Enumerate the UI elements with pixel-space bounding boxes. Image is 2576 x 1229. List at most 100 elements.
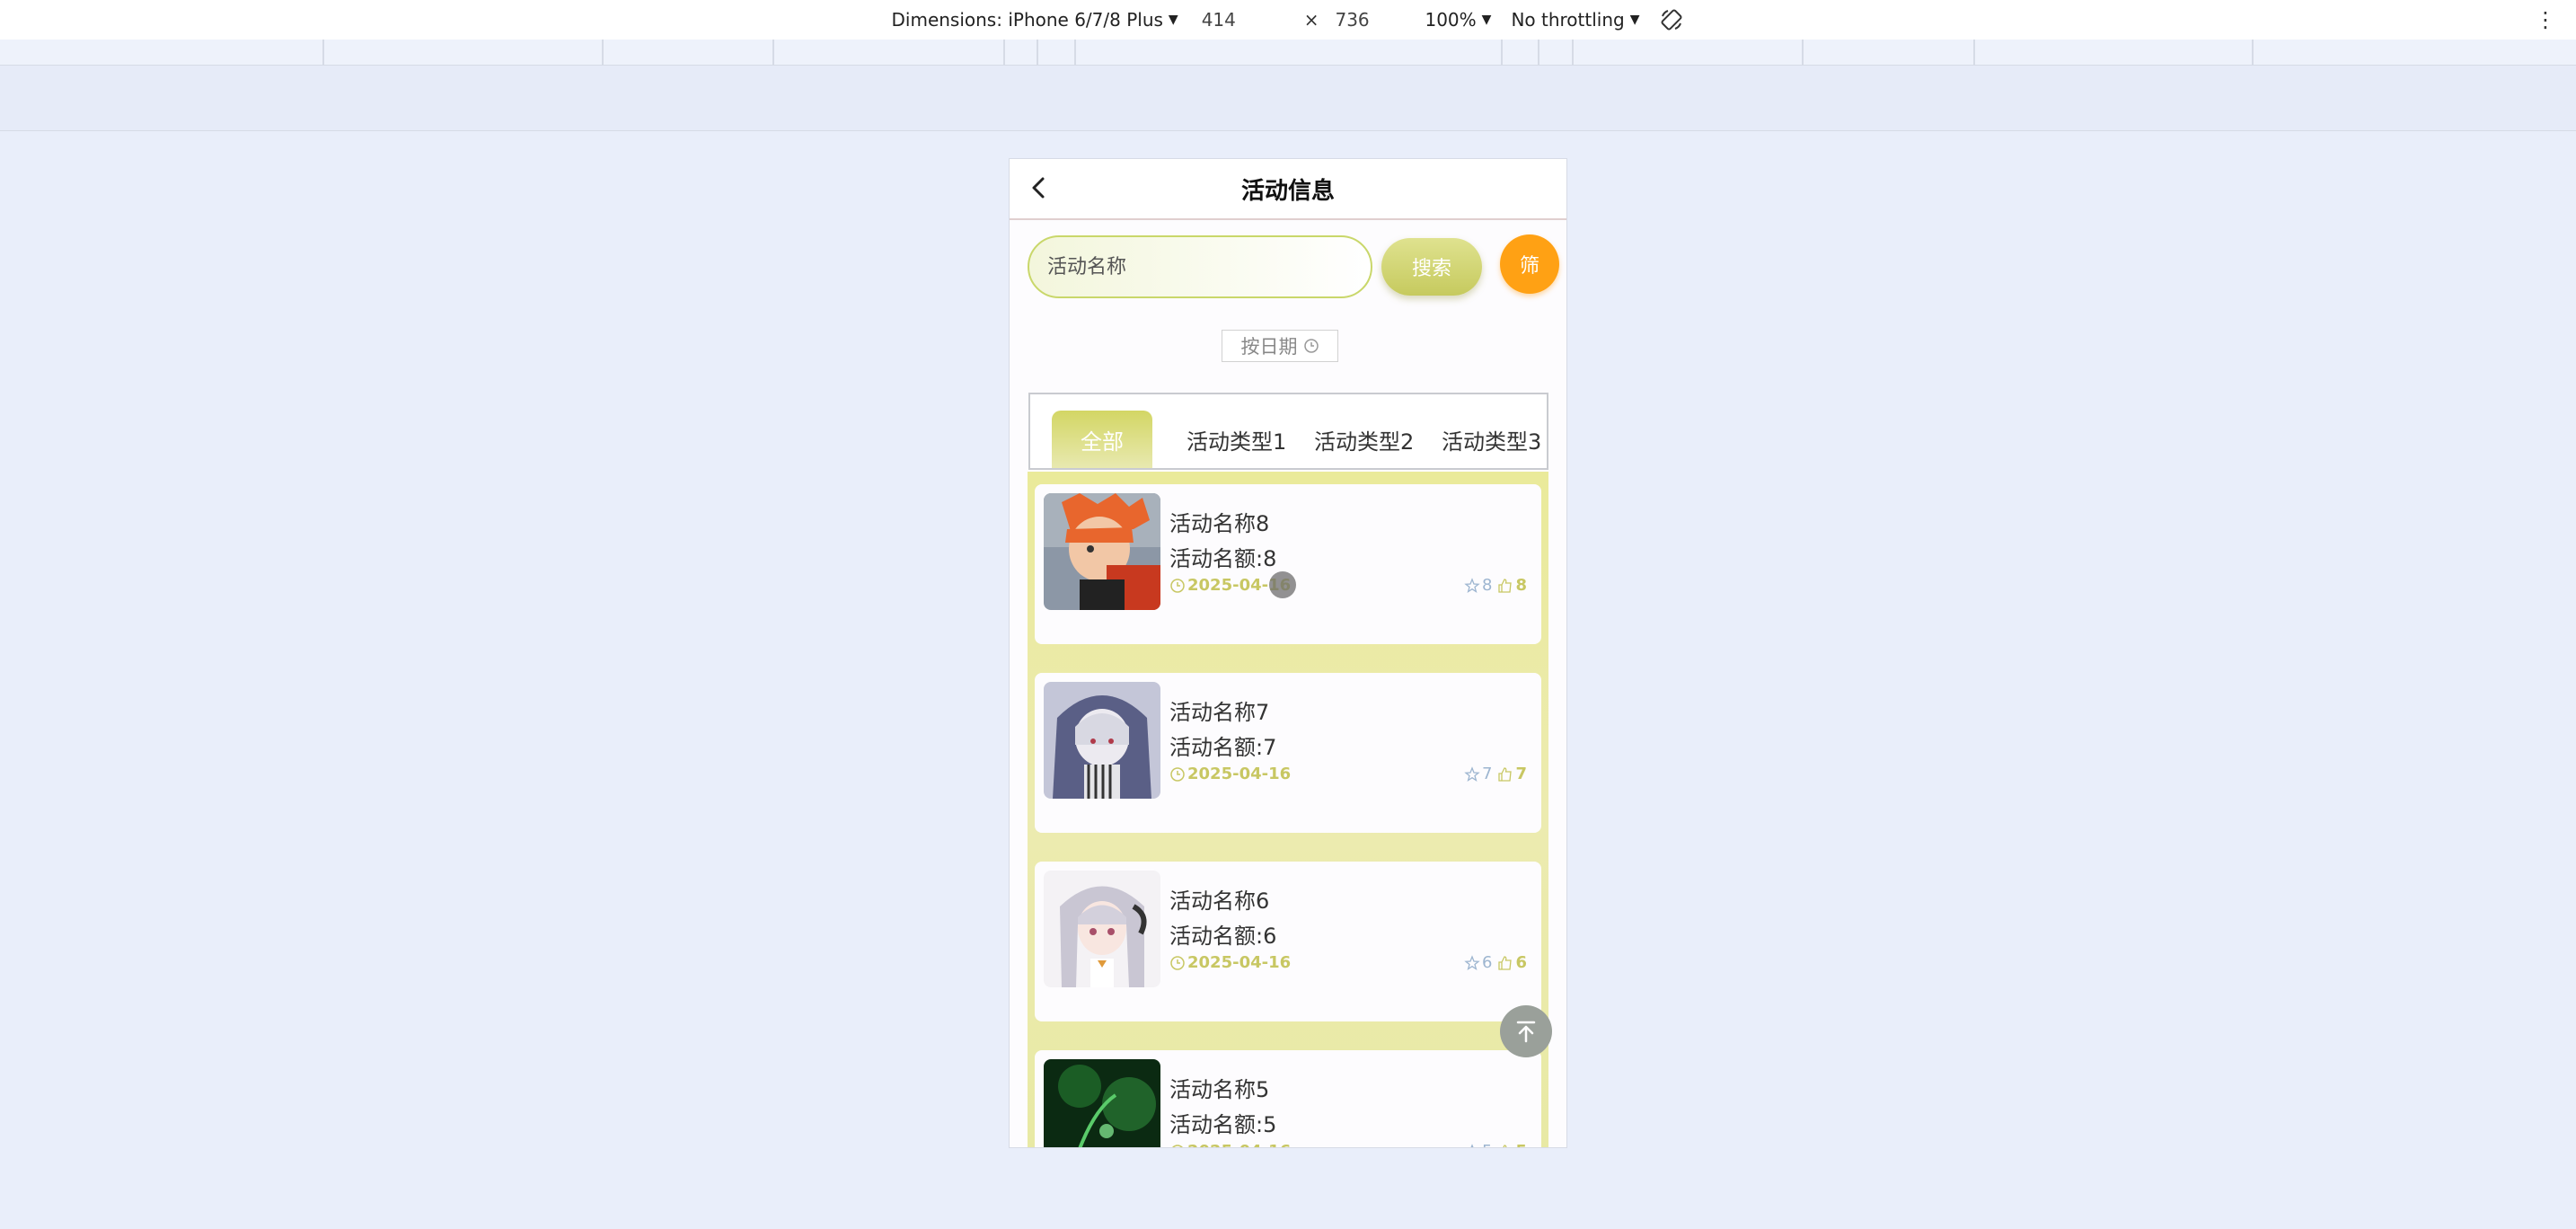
clock-icon [1170,955,1185,970]
ruler-tick [772,40,774,65]
star-icon [1470,1143,1474,1147]
tab-type-3[interactable]: 活动类型3 [1442,411,1541,468]
activity-stats: 6 6 [1464,953,1527,972]
page-title: 活动信息 [1240,177,1335,205]
tab-type-2[interactable]: 活动类型2 [1314,411,1414,468]
activity-stats: 7 7 [1464,765,1527,783]
ruler-tick [2252,40,2254,65]
favorite-count-text: 8 [1482,576,1493,595]
green-scene-image [1044,1059,1160,1147]
category-tabs: 全部 活动类型1 活动类型2 活动类型3 [1028,393,1548,470]
activity-quota: 活动名额:8 [1169,546,1277,571]
device-label: Dimensions: iPhone 6/7/8 Plus [891,9,1163,31]
like-count[interactable]: 7 [1497,765,1527,783]
thumbs-up-icon [1498,955,1513,970]
activity-stats: 5 5 [1464,1142,1527,1147]
ruler-tick [322,40,324,65]
star-icon [1464,954,1480,970]
device-viewport: 活动信息 搜索 筛 按日期 全部 活动类型1 活动类型2 活动类型3 [1010,159,1566,1147]
activity-stats: 8 8 [1464,576,1527,595]
ruler-tick [1973,40,1975,65]
nav-bar: 活动信息 [1010,159,1566,220]
ruler-tick [1802,40,1804,65]
activity-card[interactable]: 活动名称5 活动名额:5 2025-04-16 5 5 [1035,1050,1541,1147]
clock-icon [1170,766,1185,782]
favorite-count-text: 6 [1482,953,1493,972]
favorite-count[interactable]: 7 [1464,765,1492,783]
filter-button[interactable]: 筛 [1500,234,1559,294]
ruler-tick [1074,40,1076,65]
like-count-text: 5 [1515,1142,1527,1147]
ruler-tick [1003,40,1005,65]
like-count-text: 6 [1515,953,1527,972]
tab-all[interactable]: 全部 [1052,411,1152,468]
like-count[interactable]: 5 [1497,1142,1527,1147]
media-query-ruler [0,40,2576,66]
width-input[interactable]: 414 [1198,9,1283,31]
date-filter-label: 按日期 [1240,336,1298,358]
thumbs-up-icon [1503,1144,1507,1147]
back-to-top-button[interactable] [1500,1005,1552,1057]
throttling-select[interactable]: No throttling ▼ [1511,9,1639,31]
date-filter-button[interactable]: 按日期 [1222,330,1338,362]
activity-thumbnail [1044,1059,1160,1147]
favorite-count-text: 5 [1482,1142,1492,1147]
chevron-down-icon: ▼ [1168,13,1178,27]
like-count[interactable]: 8 [1497,576,1527,595]
favorite-count[interactable]: 5 [1464,1142,1492,1147]
activity-date: 2025-04-16 [1169,765,1291,783]
tab-type-1[interactable]: 活动类型1 [1187,411,1286,468]
throttling-label: No throttling [1511,9,1625,31]
device-group: Dimensions: iPhone 6/7/8 Plus ▼ 414 × 73… [892,7,1685,32]
favorite-count[interactable]: 6 [1464,953,1492,972]
activity-card[interactable]: 活动名称8 活动名额:8 2025-04-16 8 8 [1035,484,1541,644]
more-options-icon[interactable]: ⋮ [2535,7,2556,32]
favorite-count-text: 7 [1482,765,1493,783]
times-sign: × [1303,9,1319,31]
activity-card[interactable]: 活动名称6 活动名额:6 2025-04-16 6 6 [1035,862,1541,1021]
activity-name: 活动名称5 [1169,1077,1270,1102]
search-input[interactable] [1028,235,1372,298]
like-count[interactable]: 6 [1497,953,1527,972]
clock-icon [1170,578,1185,593]
arrow-up-icon [1516,1021,1536,1043]
activity-quota: 活动名额:7 [1169,735,1277,760]
ruler-tick [1501,40,1503,65]
device-select[interactable]: Dimensions: iPhone 6/7/8 Plus ▼ [892,9,1178,31]
anime-character-image [1044,493,1160,610]
activity-date-text: 2025-04-16 [1187,1142,1291,1147]
ruler-tick [1572,40,1574,65]
zoom-label: 100% [1425,9,1477,31]
activity-date: 2025-04-16 [1169,1142,1291,1147]
search-button[interactable]: 搜索 [1381,238,1482,296]
activity-card[interactable]: 活动名称7 活动名额:7 2025-04-16 7 7 [1035,673,1541,833]
ruler-band [0,66,2576,131]
chevron-down-icon: ▼ [1481,13,1492,27]
clock-icon [1303,339,1319,353]
activity-name: 活动名称6 [1169,889,1270,914]
rotate-icon[interactable] [1659,7,1684,32]
activity-quota: 活动名额:6 [1169,924,1277,949]
zoom-select[interactable]: 100% ▼ [1425,9,1491,31]
ruler-tick [602,40,604,65]
silver-hair-girl-image [1044,871,1160,987]
ruler-tick [1037,40,1038,65]
back-arrow-icon[interactable] [1026,174,1053,201]
thumbs-up-icon [1498,578,1513,593]
clock-icon [1171,1144,1184,1147]
activity-thumbnail [1044,682,1160,799]
height-input[interactable]: 736 [1331,9,1416,31]
activity-date-text: 2025-04-16 [1187,765,1292,783]
chevron-down-icon: ▼ [1629,13,1640,27]
like-count-text: 8 [1515,576,1527,595]
devtools-device-toolbar: Dimensions: iPhone 6/7/8 Plus ▼ 414 × 73… [0,0,2576,40]
star-icon [1464,577,1480,593]
activity-name: 活动名称8 [1169,511,1270,536]
favorite-count[interactable]: 8 [1464,576,1492,595]
activity-thumbnail [1044,871,1160,987]
activity-date-text: 2025-04-16 [1187,953,1292,972]
hooded-character-image [1044,682,1160,799]
like-count-text: 7 [1515,765,1527,783]
touch-cursor [1269,571,1296,598]
activity-date: 2025-04-16 [1169,953,1291,972]
